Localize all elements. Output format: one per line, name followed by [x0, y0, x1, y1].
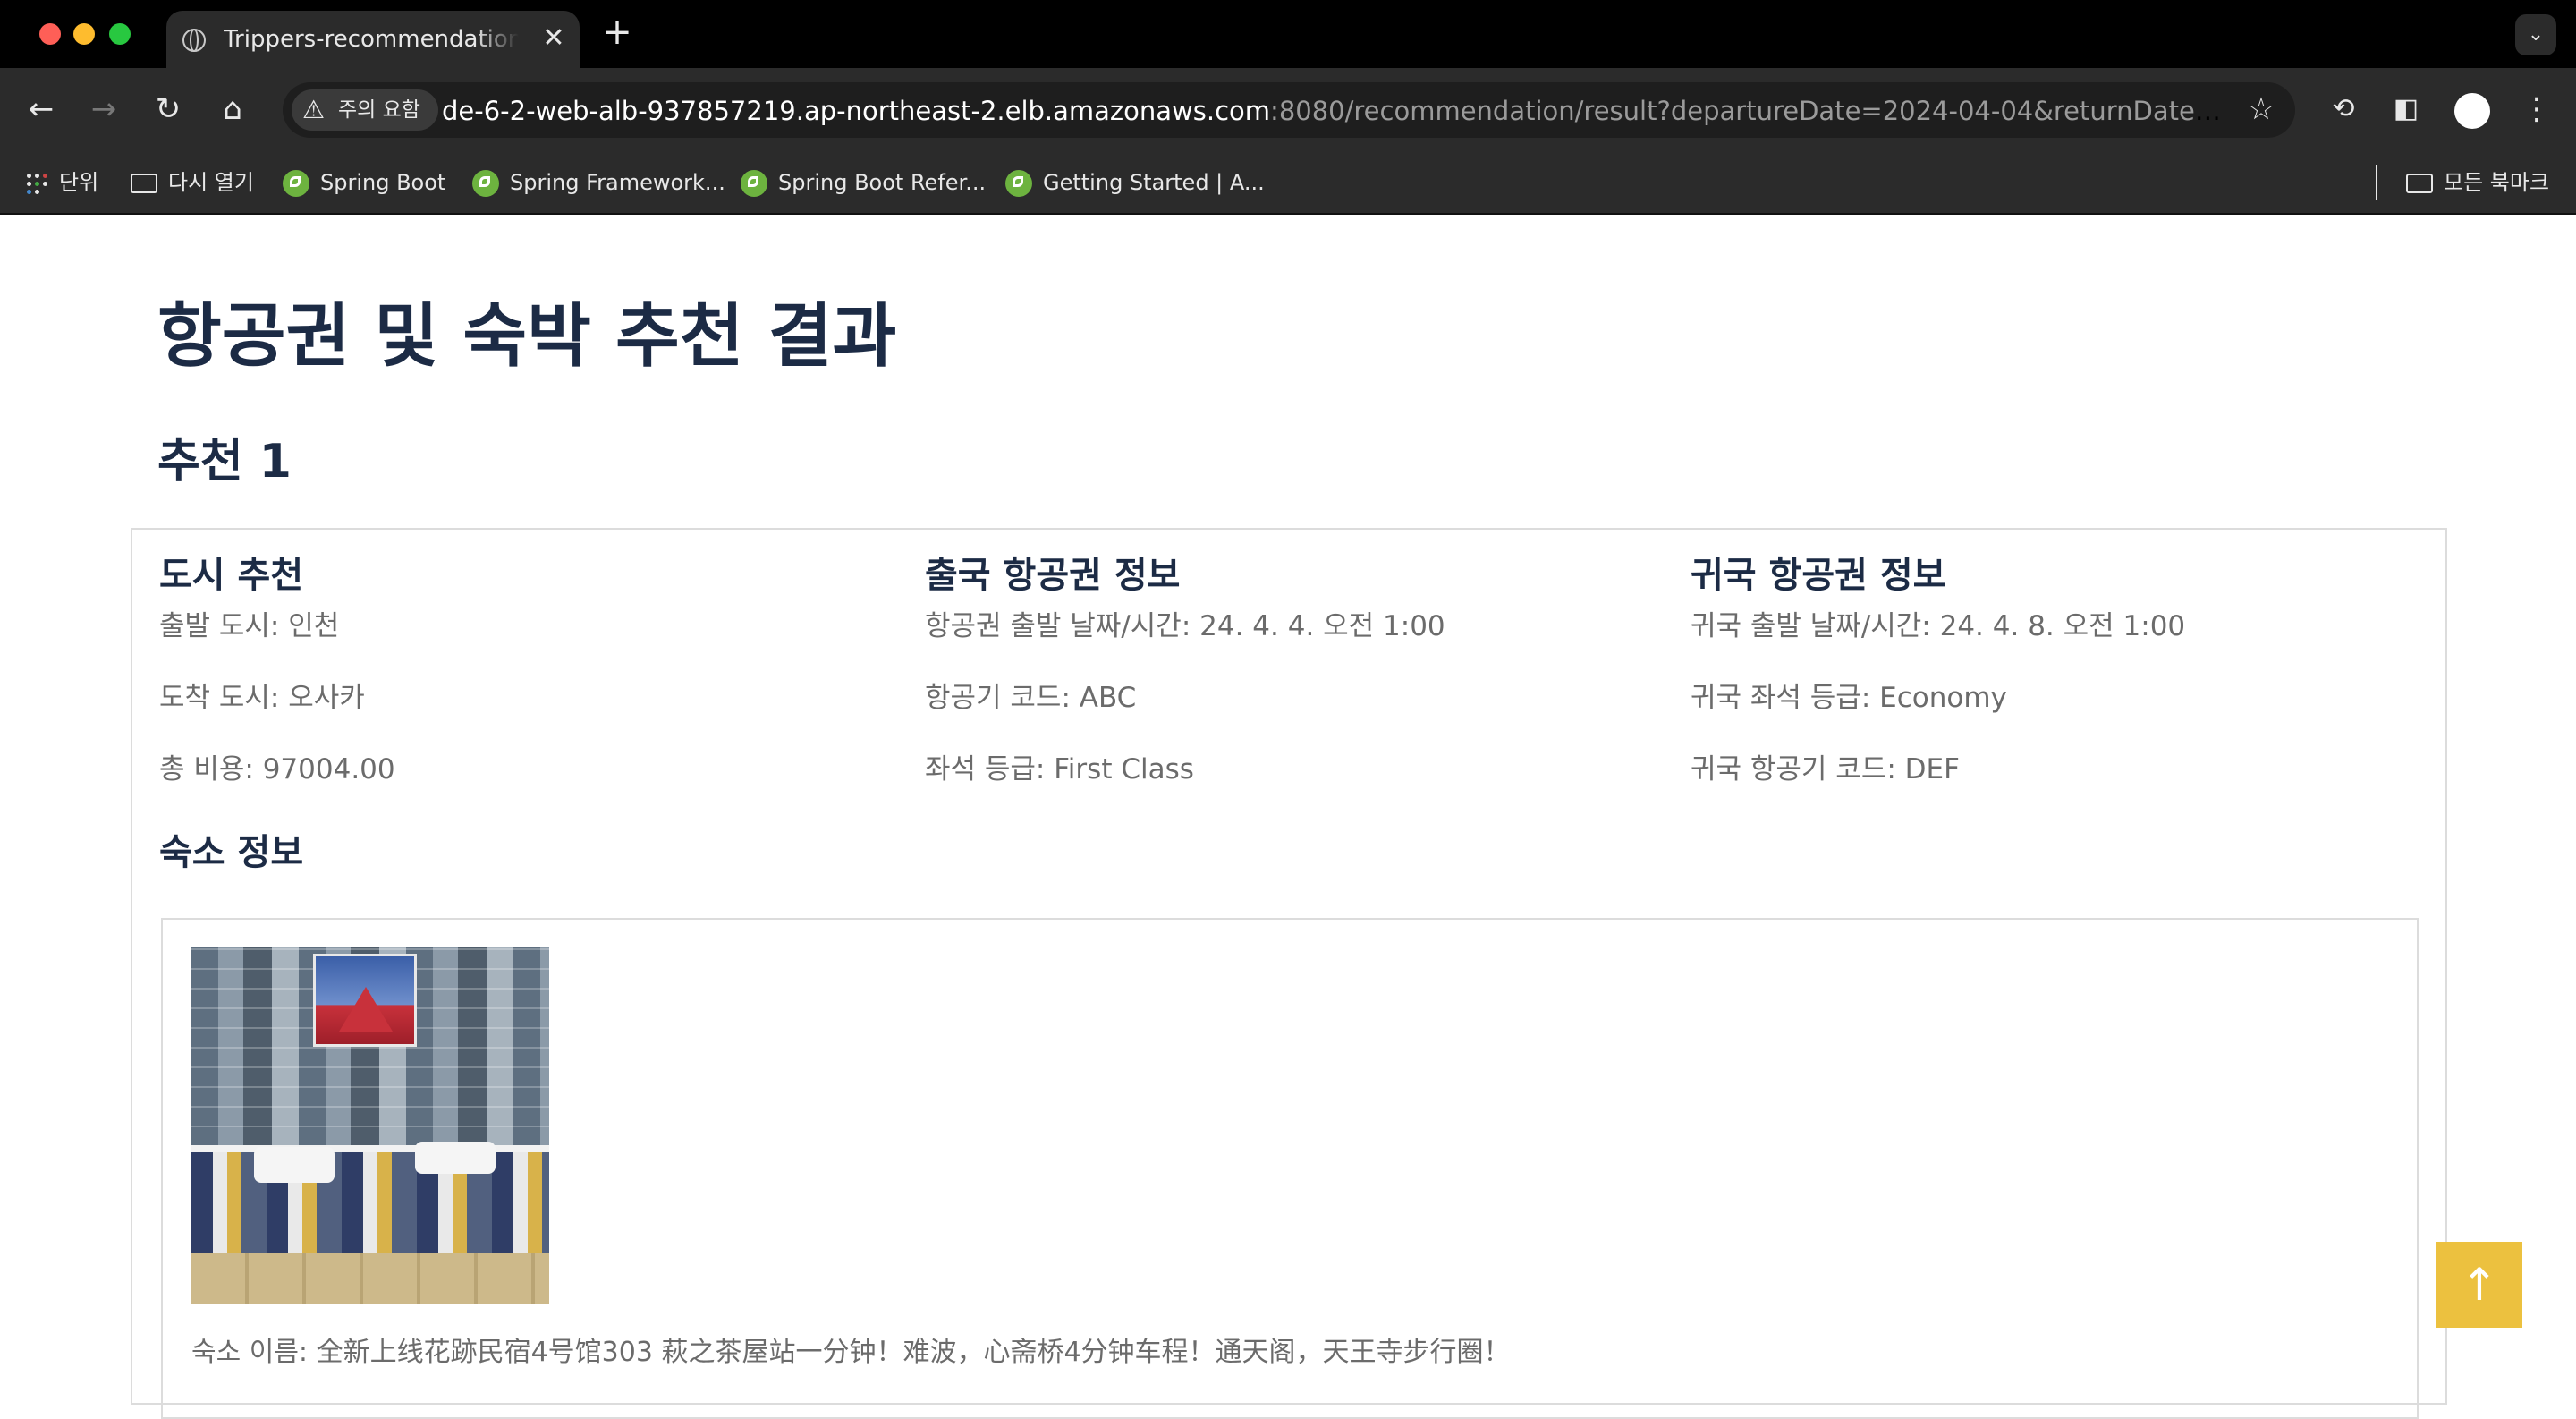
- lodging-card: 숙소 이름: 全新上线花跡民宿4号馆303 萩之茶屋站一分钟！难波，心斋桥4分钟…: [161, 918, 2419, 1419]
- all-bookmarks-button[interactable]: 모든 북마크: [2406, 166, 2549, 199]
- bookmark-spring-framework[interactable]: Spring Framework...: [472, 166, 725, 199]
- bookmark-label: 단위: [59, 170, 99, 195]
- outbound-aircraft-code: 항공기 코드: ABC: [925, 682, 1137, 714]
- page-title: 항공권 및 숙박 추천 결과: [157, 296, 897, 377]
- city-heading: 도시 추천: [159, 555, 304, 596]
- spring-leaf-icon: [1005, 170, 1032, 197]
- maximize-window-button[interactable]: [109, 23, 131, 45]
- profile-avatar[interactable]: [2454, 93, 2490, 129]
- new-tab-button[interactable]: +: [599, 14, 635, 50]
- bookmark-label: Getting Started | A...: [1043, 170, 1265, 195]
- total-cost: 총 비용: 97004.00: [159, 753, 395, 786]
- outbound-flight-info: 출국 항공권 정보 항공권 출발 날짜/시간: 24. 4. 4. 오전 1:0…: [925, 553, 1658, 786]
- tab-close-icon[interactable]: ✕: [538, 23, 569, 54]
- spring-leaf-icon: [472, 170, 499, 197]
- inbound-seat-class: 귀국 좌석 등급: Economy: [1690, 682, 2007, 714]
- minimize-window-button[interactable]: [73, 23, 95, 45]
- photo-pillow: [254, 1147, 335, 1183]
- inbound-heading: 귀국 항공권 정보: [1690, 555, 1946, 596]
- arrival-city: 도착 도시: 오사카: [159, 682, 365, 714]
- tab-title: Trippers-recommendationResult: [224, 26, 519, 53]
- tab-active[interactable]: Trippers-recommendationResult ✕: [166, 11, 580, 68]
- bookmark-getting-started[interactable]: Getting Started | A...: [1005, 166, 1265, 199]
- bookmark-label: 다시 열기: [168, 170, 254, 195]
- tab-search-icon[interactable]: ⌄: [2515, 14, 2556, 55]
- page-content: 항공권 및 숙박 추천 결과 추천 1 도시 추천 출발 도시: 인천 도착 도…: [0, 215, 2576, 1419]
- extension-icon[interactable]: ⟲: [2326, 88, 2361, 131]
- photo-futon: [191, 1145, 549, 1260]
- side-panel-icon[interactable]: ◧: [2388, 88, 2424, 131]
- warning-icon: ⚠: [302, 95, 326, 124]
- departure-city: 출발 도시: 인천: [159, 610, 340, 642]
- inbound-aircraft-code: 귀국 항공기 코드: DEF: [1690, 753, 1960, 786]
- folder-icon: [131, 174, 157, 193]
- folder-icon: [2406, 174, 2433, 193]
- photo-pillow: [415, 1142, 496, 1174]
- photo-tatami-floor: [191, 1253, 549, 1304]
- inbound-flight-info: 귀국 항공권 정보 귀국 출발 날짜/시간: 24. 4. 8. 오전 1:00…: [1690, 553, 2424, 786]
- security-indicator[interactable]: ⚠ 주의 요함: [292, 89, 438, 131]
- url-path: :8080/recommendation/result?departureDat…: [1270, 96, 2231, 126]
- all-bookmarks-label: 모든 북마크: [2444, 170, 2550, 195]
- globe-icon: [182, 29, 206, 52]
- more-menu-icon[interactable]: ⋮: [2519, 88, 2555, 131]
- bookmarks-divider: [2376, 165, 2377, 200]
- url-host: de-6-2-web-alb-937857219.ap-northeast-2.…: [442, 96, 1271, 126]
- outbound-seat-class: 좌석 등급: First Class: [925, 753, 1194, 786]
- security-label: 주의 요함: [338, 98, 420, 122]
- back-arrow-icon[interactable]: ←: [20, 88, 63, 131]
- lodging-heading: 숙소 정보: [159, 832, 304, 873]
- bookmark-apps[interactable]: 단위: [25, 166, 98, 199]
- bookmark-star-icon[interactable]: ☆: [2243, 91, 2279, 127]
- bookmark-spring-boot[interactable]: Spring Boot: [283, 166, 445, 199]
- bookmark-label: Spring Boot: [320, 170, 446, 195]
- close-window-button[interactable]: [39, 23, 61, 45]
- outbound-heading: 출국 항공권 정보: [925, 555, 1181, 596]
- bookmark-label: Spring Boot Refer...: [778, 170, 987, 195]
- bookmarks-bar: 단위 다시 열기 Spring Boot Spring Framework...…: [0, 152, 2576, 215]
- spring-leaf-icon: [283, 170, 309, 197]
- bookmark-spring-boot-reference[interactable]: Spring Boot Refer...: [741, 166, 986, 199]
- inbound-datetime: 귀국 출발 날짜/시간: 24. 4. 8. 오전 1:00: [1690, 610, 2186, 642]
- arrow-up-icon: ↑: [2461, 1259, 2498, 1311]
- forward-arrow-icon[interactable]: →: [82, 88, 125, 131]
- recommendation-card: 도시 추천 출발 도시: 인천 도착 도시: 오사카 총 비용: 97004.0…: [131, 528, 2447, 1419]
- outbound-datetime: 항공권 출발 날짜/시간: 24. 4. 4. 오전 1:00: [925, 610, 1445, 642]
- browser-toolbar: ← → ↻ ⌂ ⚠ 주의 요함 de-6-2-web-alb-937857219…: [0, 68, 2576, 152]
- bookmark-label: Spring Framework...: [510, 170, 725, 195]
- city-recommendation: 도시 추천 출발 도시: 인천 도착 도시: 오사카 총 비용: 97004.0…: [159, 553, 893, 786]
- apps-icon: [25, 172, 48, 195]
- scroll-to-top-button[interactable]: ↑: [2436, 1242, 2522, 1328]
- browser-chrome: Trippers-recommendationResult ✕ + ⌄ ← → …: [0, 0, 2576, 215]
- home-icon[interactable]: ⌂: [211, 88, 254, 131]
- address-bar[interactable]: ⚠ 주의 요함 de-6-2-web-alb-937857219.ap-nort…: [283, 82, 2295, 138]
- photo-wall-poster: [313, 954, 417, 1047]
- lodging-photo: [191, 947, 549, 1304]
- tab-bar: Trippers-recommendationResult ✕ + ⌄: [0, 0, 2576, 68]
- reload-icon[interactable]: ↻: [147, 88, 190, 131]
- spring-leaf-icon: [741, 170, 767, 197]
- bookmark-reopen[interactable]: 다시 열기: [131, 166, 254, 199]
- recommendation-title: 추천 1: [157, 435, 292, 489]
- url-text[interactable]: de-6-2-web-alb-937857219.ap-northeast-2.…: [442, 95, 2231, 127]
- lodging-name: 숙소 이름: 全新上线花跡民宿4号馆303 萩之茶屋站一分钟！难波，心斋桥4分钟…: [191, 1337, 1511, 1368]
